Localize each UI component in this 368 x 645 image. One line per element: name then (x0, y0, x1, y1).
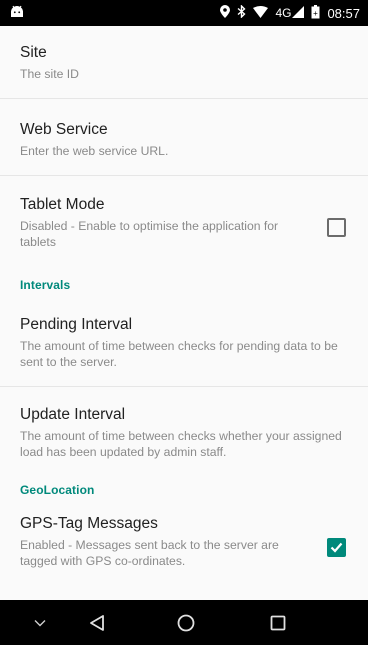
hide-keyboard-button[interactable] (20, 600, 60, 645)
pref-title: Tablet Mode (20, 196, 105, 213)
battery-icon: + (311, 4, 320, 22)
pref-tablet-mode[interactable]: Tablet Mode Disabled - Enable to optimis… (0, 176, 368, 274)
settings-list: Site The site ID Web Service Enter the w… (0, 26, 368, 600)
back-button[interactable] (77, 600, 117, 645)
pref-summary: The site ID (20, 67, 79, 81)
home-button[interactable] (166, 600, 206, 645)
recents-button[interactable] (258, 600, 298, 645)
pref-title: Web Service (20, 121, 108, 138)
pref-title: Pending Interval (20, 316, 133, 333)
pref-summary: The amount of time between checks whethe… (20, 429, 342, 459)
signal-icon (292, 5, 305, 21)
category-intervals: Intervals (20, 278, 71, 292)
pref-summary: Disabled - Enable to optimise the applic… (20, 219, 279, 249)
status-time: 08:57 (327, 5, 360, 21)
pref-gps-tag-messages[interactable]: GPS-Tag Messages Enabled - Messages sent… (0, 511, 368, 577)
location-icon (220, 5, 231, 21)
network-type: 4G (275, 6, 292, 20)
pref-title: Update Interval (20, 406, 126, 423)
svg-text:+: + (314, 9, 319, 18)
pref-title: Site (20, 44, 47, 61)
pref-site[interactable]: Site The site ID (0, 26, 368, 98)
navigation-bar (0, 600, 368, 645)
pref-title: GPS-Tag Messages (20, 515, 158, 532)
home-icon (177, 614, 195, 631)
recents-icon (270, 615, 286, 630)
back-icon (90, 614, 104, 631)
wifi-icon (253, 5, 269, 21)
chevron-down-icon (34, 619, 46, 626)
status-bar: 4G + 08:57 (0, 0, 368, 26)
pref-summary: The amount of time between checks for pe… (20, 339, 338, 369)
pref-pending-interval[interactable]: Pending Interval The amount of time betw… (0, 306, 368, 386)
check-icon (330, 542, 343, 553)
pref-web-service[interactable]: Web Service Enter the web service URL. (0, 99, 368, 175)
android-icon (10, 5, 24, 21)
tablet-mode-checkbox[interactable] (327, 218, 346, 237)
pref-summary: Enabled - Messages sent back to the serv… (20, 538, 279, 568)
bluetooth-icon (237, 4, 246, 21)
pref-update-interval[interactable]: Update Interval The amount of time betwe… (0, 387, 368, 477)
pref-summary: Enter the web service URL. (20, 144, 169, 158)
category-geolocation: GeoLocation (20, 483, 95, 497)
gps-tag-checkbox[interactable] (327, 538, 346, 557)
